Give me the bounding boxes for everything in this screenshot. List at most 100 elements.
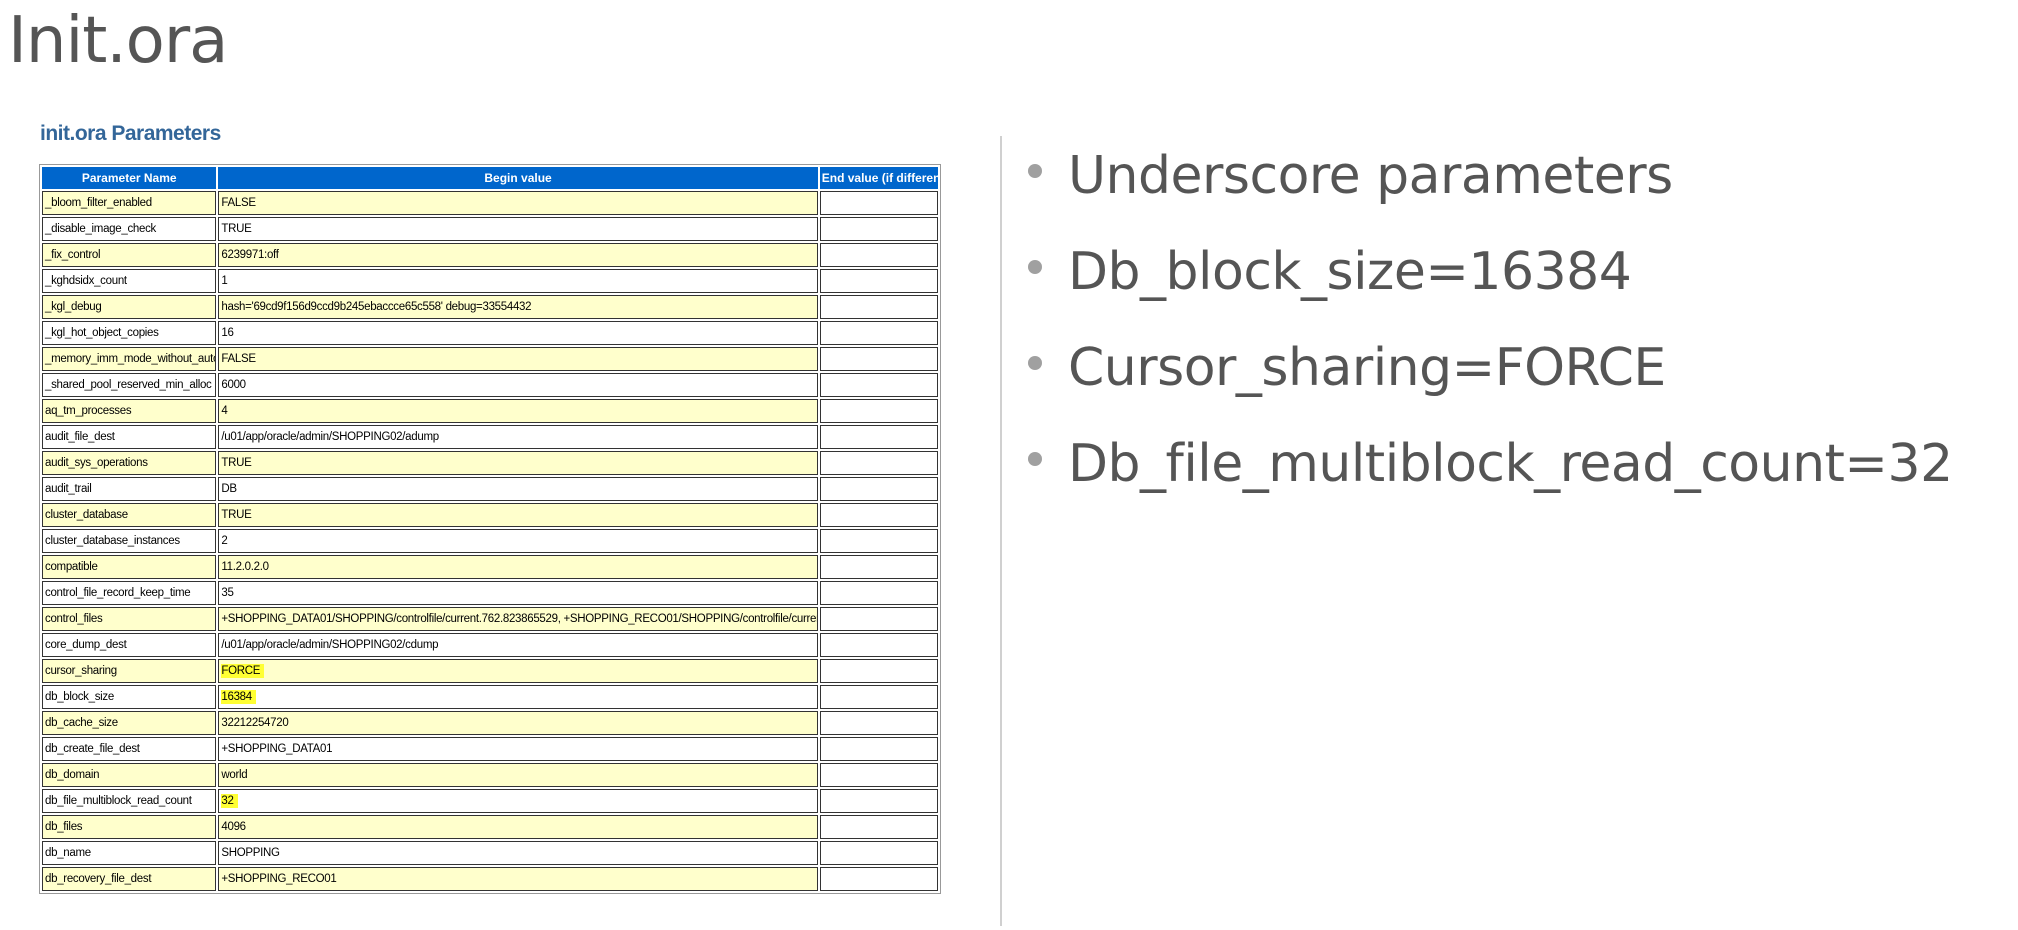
bullet-text: Underscore parameters	[1068, 146, 1673, 206]
end-value-cell	[819, 269, 938, 293]
begin-value: TRUE	[221, 457, 252, 469]
bullet-text: Db_block_size=16384	[1068, 242, 1632, 302]
end-value-cell	[819, 581, 938, 605]
parameter-name-cell: db_cache_size	[42, 711, 217, 735]
begin-value: +SHOPPING_DATA01	[221, 743, 333, 755]
end-value-cell	[819, 295, 938, 319]
begin-value-cell: FALSE	[218, 347, 818, 371]
begin-value-cell: TRUE	[218, 217, 818, 241]
begin-value-cell: /u01/app/oracle/admin/SHOPPING02/cdump	[218, 633, 818, 657]
begin-value: hash='69cd9f156d9ccd9b245ebaccce65c558' …	[221, 301, 532, 313]
vertical-divider	[1000, 136, 1002, 926]
highlighted-value: 32	[221, 794, 238, 808]
begin-value-cell: world	[218, 763, 818, 787]
begin-value-cell: 35	[218, 581, 818, 605]
begin-value: DB	[221, 483, 237, 495]
table-row: _kghdsidx_count 1	[42, 269, 938, 293]
end-value-cell	[819, 607, 938, 631]
begin-value: 11.2.0.2.0	[221, 561, 269, 573]
begin-value-cell: TRUE	[218, 503, 818, 527]
table-row: db_name SHOPPING	[42, 841, 938, 865]
table-row: db_file_multiblock_read_count 32	[42, 789, 938, 813]
end-value-cell	[819, 815, 938, 839]
begin-value-cell: FORCE	[218, 659, 818, 683]
end-value-cell	[819, 659, 938, 683]
parameter-name-cell: db_file_multiblock_read_count	[42, 789, 217, 813]
parameter-name-cell: _fix_control	[42, 243, 217, 267]
highlighted-value: FORCE	[221, 664, 265, 678]
parameter-name-cell: audit_sys_operations	[42, 451, 217, 475]
begin-value-cell: 32212254720	[218, 711, 818, 735]
begin-value-cell: DB	[218, 477, 818, 501]
begin-value: 4	[221, 405, 228, 417]
begin-value: SHOPPING	[221, 847, 280, 859]
end-value-cell	[819, 191, 938, 215]
begin-value-cell: TRUE	[218, 451, 818, 475]
table-row: _memory_imm_mode_without_autosga FALSE	[42, 347, 938, 371]
table-row: compatible 11.2.0.2.0	[42, 555, 938, 579]
parameter-name-cell: control_files	[42, 607, 217, 631]
table-row: db_files 4096	[42, 815, 938, 839]
parameter-name-cell: compatible	[42, 555, 217, 579]
begin-value-cell: +SHOPPING_DATA01/SHOPPING/controlfile/cu…	[218, 607, 818, 631]
column-header-begin-value: Begin value	[218, 167, 818, 189]
bullet-text: Cursor_sharing=FORCE	[1068, 338, 1666, 398]
begin-value-cell: 1	[218, 269, 818, 293]
table-row: cluster_database_instances 2	[42, 529, 938, 553]
end-value-cell	[819, 217, 938, 241]
parameter-name-cell: control_file_record_keep_time	[42, 581, 217, 605]
highlighted-value: 16384	[221, 690, 256, 704]
table-row: db_create_file_dest +SHOPPING_DATA01	[42, 737, 938, 761]
bullet-list: Underscore parameters Db_block_size=1638…	[1028, 128, 1953, 512]
table-row: audit_sys_operations TRUE	[42, 451, 938, 475]
table-row: core_dump_dest/u01/app/oracle/admin/SHOP…	[42, 633, 938, 657]
parameter-name-cell: _kgl_hot_object_copies	[42, 321, 217, 345]
parameter-name-cell: _bloom_filter_enabled	[42, 191, 217, 215]
begin-value: 6000	[221, 379, 246, 391]
begin-value-cell: 6000	[218, 373, 818, 397]
begin-value-cell: 6239971:off	[218, 243, 818, 267]
table-row: db_domain world	[42, 763, 938, 787]
begin-value-cell: /u01/app/oracle/admin/SHOPPING02/adump	[218, 425, 818, 449]
begin-value: FALSE	[221, 197, 256, 209]
table-row: _bloom_filter_enabled FALSE	[42, 191, 938, 215]
table-row: audit_file_dest/u01/app/oracle/admin/SHO…	[42, 425, 938, 449]
begin-value-cell: 11.2.0.2.0	[218, 555, 818, 579]
begin-value-cell: 16	[218, 321, 818, 345]
bullet-item: Db_file_multiblock_read_count=32	[1028, 416, 1953, 512]
parameter-name-cell: _shared_pool_reserved_min_alloc	[42, 373, 217, 397]
begin-value: 4096	[221, 821, 246, 833]
bullet-dot-icon	[1028, 164, 1042, 178]
end-value-cell	[819, 373, 938, 397]
end-value-cell	[819, 243, 938, 267]
table-row: _disable_image_check TRUE	[42, 217, 938, 241]
parameters-table: Parameter Name Begin value End value (if…	[39, 164, 941, 894]
begin-value-cell: 16384	[218, 685, 818, 709]
parameter-name-cell: db_recovery_file_dest	[42, 867, 217, 891]
bullet-dot-icon	[1028, 356, 1042, 370]
parameter-name-cell: db_block_size	[42, 685, 217, 709]
begin-value-cell: +SHOPPING_RECO01	[218, 867, 818, 891]
bullet-item: Underscore parameters	[1028, 128, 1953, 224]
begin-value: +SHOPPING_DATA01/SHOPPING/controlfile/cu…	[221, 613, 818, 625]
end-value-cell	[819, 321, 938, 345]
table-header-row: Parameter Name Begin value End value (if…	[42, 167, 938, 189]
parameter-name-cell: cluster_database	[42, 503, 217, 527]
bullet-item: Db_block_size=16384	[1028, 224, 1953, 320]
parameter-name-cell: db_domain	[42, 763, 217, 787]
parameter-name-cell: db_create_file_dest	[42, 737, 217, 761]
begin-value-cell: 32	[218, 789, 818, 813]
parameters-table-body: _bloom_filter_enabled FALSE _disable_image…	[42, 191, 938, 891]
table-row: control_file_record_keep_time 35	[42, 581, 938, 605]
table-row: cursor_sharing FORCE	[42, 659, 938, 683]
table-row: _fix_control 6239971:off	[42, 243, 938, 267]
begin-value: 32212254720	[221, 717, 289, 729]
end-value-cell	[819, 867, 938, 891]
bullet-dot-icon	[1028, 452, 1042, 466]
begin-value: world	[221, 769, 248, 781]
table-row: audit_trail DB	[42, 477, 938, 501]
parameter-name-cell: audit_file_dest	[42, 425, 217, 449]
begin-value: 16	[221, 327, 234, 339]
init-ora-report: init.ora Parameters Parameter Name Begin…	[39, 122, 941, 894]
end-value-cell	[819, 633, 938, 657]
